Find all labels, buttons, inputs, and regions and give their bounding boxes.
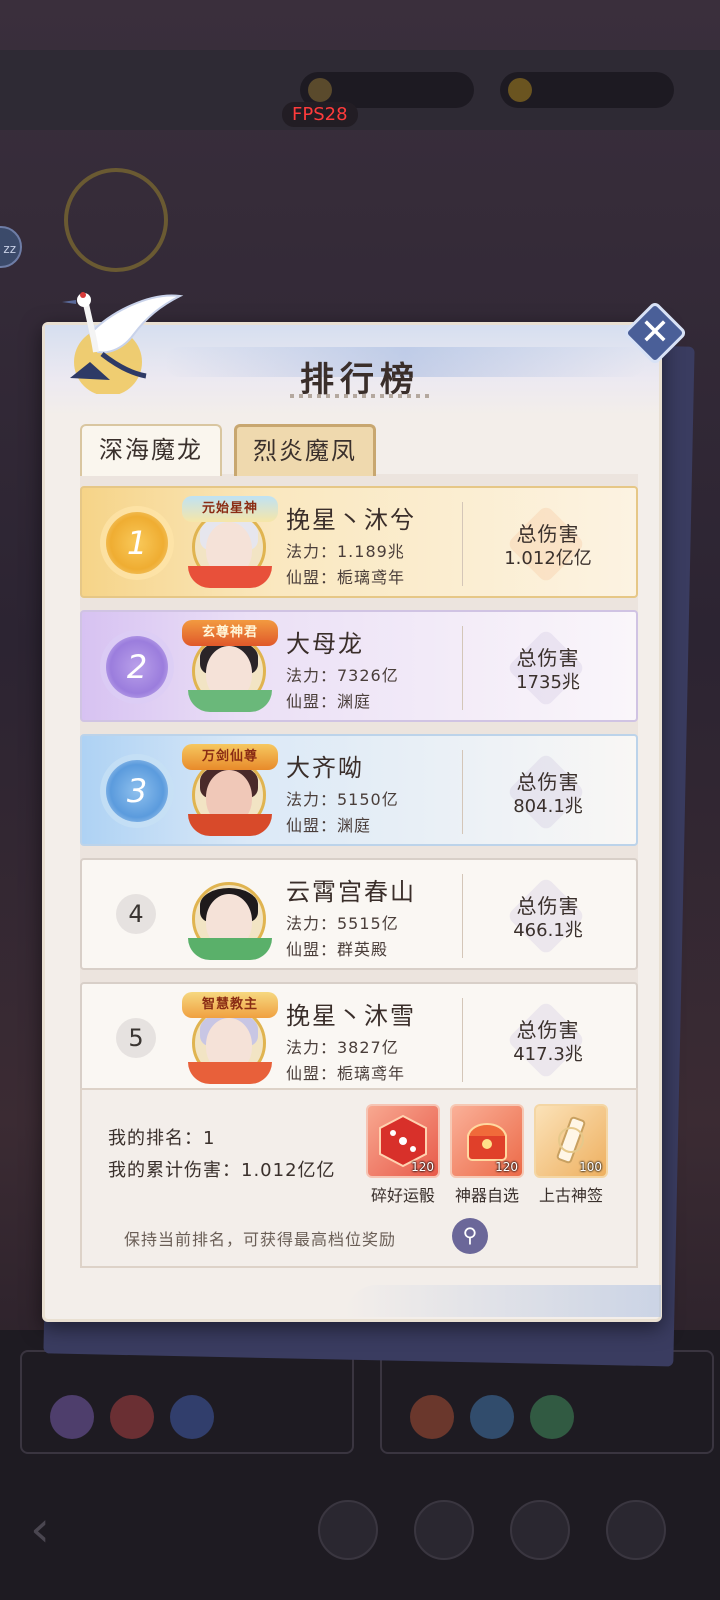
background-orb	[170, 1395, 214, 1439]
reward-item-artifact-choice[interactable]: 120	[450, 1104, 524, 1178]
reward-count: 100	[579, 1160, 602, 1174]
player-avatar[interactable]: 智慧教主	[182, 992, 278, 1088]
reward-item-ancient-lot[interactable]: 100	[534, 1104, 608, 1178]
player-power: 法力：3827亿	[286, 1038, 399, 1057]
search-icon[interactable]: ⚲	[452, 1218, 488, 1254]
player-guild: 仙盟：栀璃鸢年	[286, 568, 406, 587]
damage-label: 总伤害	[516, 522, 580, 546]
row-divider	[462, 750, 463, 834]
avatar-title-badge: 玄尊神君	[182, 620, 278, 646]
rank-badge: 5	[116, 1018, 156, 1058]
row-divider	[462, 626, 463, 710]
my-damage-text: 我的累计伤害：1.012亿亿	[108, 1160, 336, 1181]
reward-label: 上古神签	[538, 1186, 603, 1205]
player-avatar[interactable]: 万剑仙尊	[182, 744, 278, 840]
ranking-row[interactable]: 5 智慧教主 挽星丶沐雪 法力：3827亿 仙盟：栀璃鸢年 总伤害 417.3兆	[80, 982, 638, 1094]
avatar-title-badge: 智慧教主	[182, 992, 278, 1018]
nav-button[interactable]	[606, 1500, 666, 1560]
rank-badge: 3	[106, 760, 168, 822]
ranking-row[interactable]: 1 元始星神 挽星丶沐兮 法力：1.189兆 仙盟：栀璃鸢年 总伤害 1.012…	[80, 486, 638, 598]
avatar-title-badge: 万剑仙尊	[182, 744, 278, 770]
damage-value: 417.3兆	[513, 1044, 583, 1065]
background-level-circle	[64, 168, 168, 272]
rank-badge: 2	[106, 636, 168, 698]
damage-label: 总伤害	[516, 646, 580, 670]
background-orb	[470, 1395, 514, 1439]
background-orb	[50, 1395, 94, 1439]
row-divider	[462, 502, 463, 586]
row-divider	[462, 998, 463, 1082]
player-name: 云霄宫春山	[286, 878, 416, 906]
player-power: 法力：1.189兆	[286, 542, 405, 561]
player-name: 挽星丶沐兮	[286, 506, 416, 534]
player-avatar[interactable]: 元始星神	[182, 496, 278, 592]
reward-label: 碎好运骰	[370, 1186, 435, 1205]
tab-flame-phoenix[interactable]: 烈炎魔凤	[234, 424, 376, 476]
background-orb	[110, 1395, 154, 1439]
player-guild: 仙盟：栀璃鸢年	[286, 1064, 406, 1083]
ranking-row[interactable]: 4 云霄宫春山 法力：5515亿 仙盟：群英殿 总伤害 466.1兆	[80, 858, 638, 970]
reward-count: 120	[411, 1160, 434, 1174]
title-ornament	[290, 394, 430, 398]
close-icon[interactable]: ✕	[632, 310, 678, 356]
player-name: 大母龙	[286, 630, 364, 658]
background-resource-2	[500, 72, 674, 108]
player-avatar[interactable]: 玄尊神君	[182, 620, 278, 716]
tab-deep-sea-dragon[interactable]: 深海魔龙	[80, 424, 222, 476]
player-name: 挽星丶沐雪	[286, 1002, 416, 1030]
nav-button[interactable]	[318, 1500, 378, 1560]
ranking-row[interactable]: 2 玄尊神君 大母龙 法力：7326亿 仙盟：渊庭 总伤害 1735兆	[80, 610, 638, 722]
player-power: 法力：7326亿	[286, 666, 399, 685]
damage-value: 1.012亿亿	[504, 548, 592, 569]
damage-label: 总伤害	[516, 1018, 580, 1042]
background-orb	[530, 1395, 574, 1439]
my-rank-panel: 我的排名：1 我的累计伤害：1.012亿亿 120 碎好运骰 120 神器自选 …	[80, 1088, 638, 1268]
fps-counter: FPS28	[282, 102, 358, 127]
reward-hint: 保持当前排名，可获得最高档位奖励	[124, 1230, 397, 1249]
nav-button[interactable]	[414, 1500, 474, 1560]
row-divider	[462, 874, 463, 958]
footer-wave-decoration	[345, 1285, 661, 1317]
player-power: 法力：5515亿	[286, 914, 399, 933]
player-guild: 仙盟：渊庭	[286, 692, 372, 711]
ranking-list[interactable]: 1 元始星神 挽星丶沐兮 法力：1.189兆 仙盟：栀璃鸢年 总伤害 1.012…	[80, 474, 638, 1098]
player-name: 大齐呦	[286, 754, 364, 782]
rank-badge: 1	[106, 512, 168, 574]
damage-value: 466.1兆	[513, 920, 583, 941]
player-power: 法力：5150亿	[286, 790, 399, 809]
reward-count: 120	[495, 1160, 518, 1174]
reward-item-lucky-dice[interactable]: 120	[366, 1104, 440, 1178]
nav-button[interactable]	[510, 1500, 570, 1560]
back-arrow-icon[interactable]: ‹	[30, 1500, 50, 1558]
damage-label: 总伤害	[516, 770, 580, 794]
player-guild: 仙盟：渊庭	[286, 816, 372, 835]
player-guild: 仙盟：群英殿	[286, 940, 389, 959]
reward-label: 神器自选	[454, 1186, 519, 1205]
damage-label: 总伤害	[516, 894, 580, 918]
rank-badge: 4	[116, 894, 156, 934]
damage-value: 804.1兆	[513, 796, 583, 817]
player-avatar[interactable]	[182, 868, 278, 964]
avatar-title-badge: 元始星神	[182, 496, 278, 522]
ranking-row[interactable]: 3 万剑仙尊 大齐呦 法力：5150亿 仙盟：渊庭 总伤害 804.1兆	[80, 734, 638, 846]
background-orb	[410, 1395, 454, 1439]
my-rank-text: 我的排名：1	[108, 1128, 216, 1149]
damage-value: 1735兆	[516, 672, 580, 693]
